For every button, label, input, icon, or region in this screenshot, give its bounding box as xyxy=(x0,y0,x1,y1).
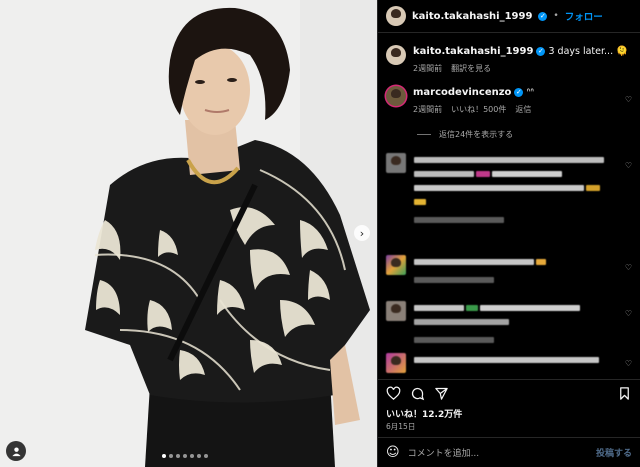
slide-dot xyxy=(162,454,166,458)
slide-dot xyxy=(204,454,208,458)
post-comment-button[interactable]: 投稿する xyxy=(596,446,632,459)
avatar[interactable] xyxy=(386,353,406,373)
slide-dot xyxy=(169,454,173,458)
comment-row-obscured xyxy=(378,255,640,289)
heart-icon[interactable]: ♡ xyxy=(625,95,632,104)
comment-input[interactable]: コメントを追加... xyxy=(408,446,588,459)
caption-time[interactable]: 2週間前 xyxy=(413,62,442,75)
slide-dot xyxy=(190,454,194,458)
comment-row: marcodevincenzo ✓ ᐢᐢ 2週間前 いいね！500件 返信 xyxy=(378,86,640,116)
caption-emoji: 🫠 xyxy=(616,46,628,57)
view-replies-label: 返信24件を表示する xyxy=(439,130,514,139)
post-photo xyxy=(0,0,377,467)
avatar[interactable] xyxy=(386,301,406,321)
comments-list[interactable]: kaito.takahashi_1999 ✓ 3 days later... 🫠… xyxy=(378,33,640,379)
verified-icon: ✓ xyxy=(538,11,548,21)
avatar[interactable] xyxy=(386,86,406,106)
separator: • xyxy=(553,11,559,21)
post-viewer: › kaito.takahashi_1999 ✓ • フォロー kaito.ta… xyxy=(0,0,640,467)
slide-dot xyxy=(183,454,187,458)
avatar[interactable] xyxy=(386,153,406,173)
translate-link[interactable]: 翻訳を見る xyxy=(451,62,491,75)
comment-text: ᐢᐢ xyxy=(526,87,534,98)
heart-icon[interactable]: ♡ xyxy=(625,263,632,272)
divider xyxy=(417,134,431,135)
verified-icon: ✓ xyxy=(536,47,546,56)
reply-button[interactable]: 返信 xyxy=(515,103,531,116)
heart-icon[interactable] xyxy=(386,386,401,401)
comment-icon[interactable] xyxy=(410,386,425,401)
slide-dot xyxy=(197,454,201,458)
follow-button[interactable]: フォロー xyxy=(565,9,603,23)
share-icon[interactable] xyxy=(434,386,449,401)
heart-icon[interactable]: ♡ xyxy=(625,161,632,170)
heart-icon[interactable]: ♡ xyxy=(625,359,632,368)
caption-username[interactable]: kaito.takahashi_1999 xyxy=(413,46,533,57)
post-date: 6月15日 xyxy=(386,422,416,431)
post-username[interactable]: kaito.takahashi_1999 xyxy=(412,11,532,22)
likes-count[interactable]: いいね！12.2万件 xyxy=(378,407,640,421)
comment-composer: ☺ コメントを追加... 投稿する xyxy=(378,437,640,467)
avatar[interactable] xyxy=(386,45,406,65)
slide-indicator xyxy=(162,454,208,458)
person-icon[interactable] xyxy=(6,441,26,461)
caption-row: kaito.takahashi_1999 ✓ 3 days later... 🫠… xyxy=(378,45,640,75)
action-bar xyxy=(378,379,640,407)
comment-likes[interactable]: いいね！500件 xyxy=(451,103,506,116)
comment-row-obscured xyxy=(378,353,640,373)
chevron-right-icon[interactable]: › xyxy=(354,225,370,241)
bookmark-icon[interactable] xyxy=(617,386,632,401)
post-media[interactable]: › xyxy=(0,0,377,467)
post-panel: kaito.takahashi_1999 ✓ • フォロー kaito.taka… xyxy=(377,0,640,467)
comment-row-obscured xyxy=(378,301,640,349)
view-replies-button[interactable]: 返信24件を表示する xyxy=(417,129,513,140)
post-header: kaito.takahashi_1999 ✓ • フォロー xyxy=(378,0,640,33)
caption-text: 3 days later... xyxy=(548,46,614,57)
heart-icon[interactable]: ♡ xyxy=(625,309,632,318)
verified-icon: ✓ xyxy=(514,88,524,97)
comment-time[interactable]: 2週間前 xyxy=(413,103,442,116)
avatar[interactable] xyxy=(386,255,406,275)
comment-username[interactable]: marcodevincenzo xyxy=(413,87,511,98)
slide-dot xyxy=(176,454,180,458)
emoji-icon[interactable]: ☺ xyxy=(386,445,400,460)
avatar[interactable] xyxy=(386,6,406,26)
comment-row-obscured xyxy=(378,153,640,229)
